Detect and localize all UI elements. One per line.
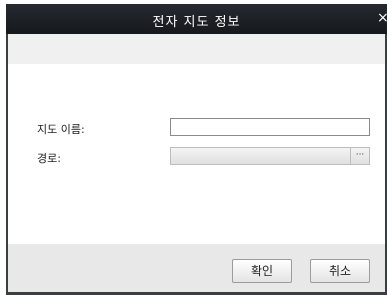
header-band [8,34,385,64]
cancel-button[interactable]: 취소 [310,259,370,283]
title-bar: 전자 지도 정보 × [6,4,387,34]
path-field[interactable]: ··· [170,147,370,165]
map-name-input[interactable] [170,118,370,136]
browse-button[interactable]: ··· [350,148,369,164]
map-name-label: 지도 이름: [37,123,85,136]
dialog-title: 전자 지도 정보 [152,15,241,30]
map-info-dialog: 전자 지도 정보 × 지도 이름: 경로: ··· 확인 취소 [0,0,387,295]
path-label: 경로: [37,152,61,165]
close-icon[interactable]: × [377,10,387,26]
ok-button[interactable]: 확인 [232,259,292,283]
